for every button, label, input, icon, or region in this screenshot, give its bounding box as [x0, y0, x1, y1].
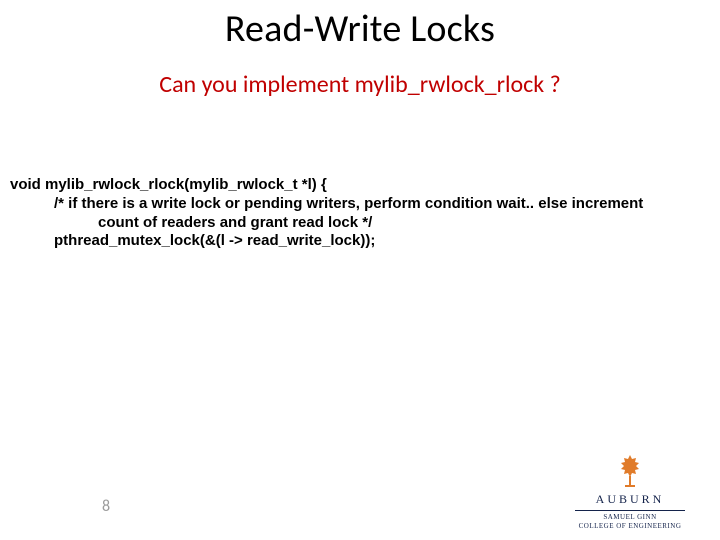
slide: Read-Write Locks Can you implement mylib… [0, 6, 720, 540]
logo-name: AUBURN [560, 492, 700, 507]
subtitle-func: mylib_rwlock_rlock [355, 70, 545, 99]
logo-sub1: SAMUEL GINN [560, 513, 700, 521]
slide-subtitle: Can you implement mylib_rwlock_rlock ? [0, 70, 720, 99]
logo-sub2: COLLEGE OF ENGINEERING [560, 522, 700, 530]
code-line-4: pthread_mutex_lock(&(l -> read_write_loc… [54, 232, 710, 251]
code-body: void mylib_rwlock_rlock(mylib_rwlock_t *… [10, 176, 710, 251]
code-line-1: void mylib_rwlock_rlock(mylib_rwlock_t *… [10, 176, 710, 195]
logo-seal-icon [560, 454, 700, 488]
subtitle-suffix: ? [544, 70, 561, 99]
subtitle-prefix: Can you implement [159, 70, 354, 99]
page-number: 8 [102, 497, 110, 516]
code-line-3: count of readers and grant read lock */ [98, 214, 710, 233]
code-line-2: /* if there is a write lock or pending w… [54, 195, 710, 214]
slide-title: Read-Write Locks [0, 6, 720, 52]
logo-rule [575, 510, 685, 511]
auburn-logo: AUBURN SAMUEL GINN COLLEGE OF ENGINEERIN… [560, 454, 700, 530]
